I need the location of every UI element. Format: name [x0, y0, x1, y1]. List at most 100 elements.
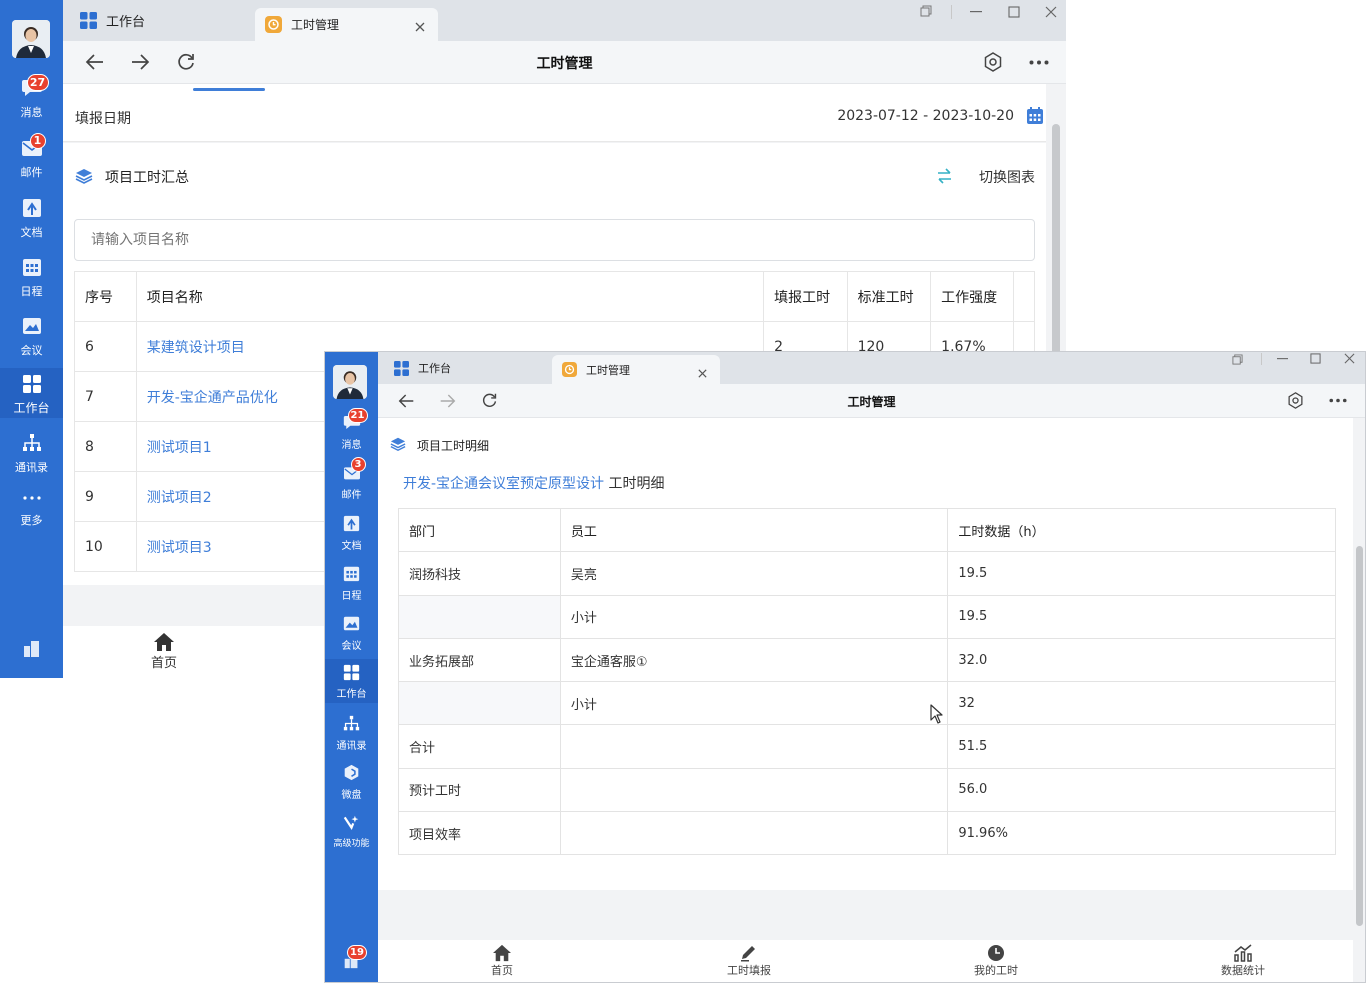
table-row-subtotal: 小计 32 [398, 681, 1336, 726]
window-control-divider [951, 5, 952, 19]
sidebar-item-meeting[interactable]: 会议 [325, 615, 378, 657]
settings-hexagon-icon[interactable] [983, 51, 1003, 73]
building-icon: 19 [343, 945, 367, 969]
project-heading: 开发-宝企通会议室预定原型设计 工时明细 [403, 473, 665, 493]
project-search-input[interactable] [74, 219, 1035, 261]
sidebar-item-label: 高级功能 [333, 839, 370, 849]
window-control-divider [1261, 353, 1262, 365]
bottom-nav-label: 数据统计 [1221, 964, 1265, 977]
sidebar-item-label: 文档 [341, 541, 362, 552]
front-scrollbar[interactable] [1353, 418, 1365, 982]
advanced-icon [343, 814, 360, 831]
avatar[interactable] [333, 365, 367, 399]
bottom-nav-statistics[interactable]: 数据统计 [1210, 944, 1276, 978]
switch-icon[interactable] [936, 168, 953, 184]
sidebar-item-workbench[interactable]: 工作台 [0, 368, 63, 418]
tab-timesheet[interactable]: 工时管理 [552, 355, 720, 384]
bottom-nav-home[interactable]: 首页 [135, 632, 193, 671]
hours-cell: 32 [947, 681, 1336, 726]
row-number: 8 [74, 421, 137, 472]
sidebar-item-contacts[interactable]: 通讯录 [325, 715, 378, 757]
sidebar-item-label: 会议 [20, 344, 43, 357]
column-header: 项目名称 [135, 271, 765, 322]
more-icon[interactable] [1029, 60, 1049, 65]
department-cell: 润扬科技 [398, 551, 561, 596]
back-toolbar: 工时管理 [63, 41, 1066, 84]
maximize-icon[interactable] [1310, 353, 1321, 364]
bottom-nav-fill-hours[interactable]: 工时填报 [716, 944, 782, 978]
sidebar-item-more[interactable]: 更多 [0, 492, 63, 532]
timesheet-app-icon [562, 362, 577, 377]
chat-icon: 27 [21, 74, 49, 98]
scrollbar-thumb[interactable] [1356, 546, 1363, 926]
project-link[interactable]: 开发-宝企通会议室预定原型设计 [403, 476, 604, 492]
restore-window-icon[interactable] [1232, 354, 1243, 365]
tab-workbench[interactable]: 工作台 [80, 0, 250, 41]
sidebar-item-meeting[interactable]: 会议 [0, 316, 63, 362]
employee-cell: 吴亮 [559, 551, 949, 596]
project-detail-card: 项目工时明细 开发-宝企通会议室预定原型设计 工时明细 部门 员工 工时数据（h… [378, 418, 1354, 890]
settings-hexagon-icon[interactable] [1287, 391, 1304, 410]
minimize-icon[interactable] [970, 11, 982, 13]
sidebar-item-label: 日程 [341, 591, 362, 602]
hours-cell: 56.0 [947, 767, 1336, 813]
sidebar-item-workbench[interactable]: 工作台 [325, 659, 378, 703]
close-icon[interactable] [697, 364, 708, 378]
tab-label: 工时管理 [291, 18, 340, 32]
bottom-nav-label: 我的工时 [974, 964, 1018, 977]
sidebar-item-calendar[interactable]: 日程 [0, 257, 63, 303]
front-bottom-nav: 首页 工时填报 我的工时 数据统计 [378, 940, 1365, 982]
window-close-icon[interactable] [1045, 6, 1057, 18]
date-label: 填报日期 [75, 111, 131, 127]
grid-icon [394, 360, 409, 376]
sidebar-item-label: 邮件 [20, 166, 43, 179]
calendar-icon [22, 257, 42, 277]
sidebar-item-label: 通讯录 [336, 741, 367, 752]
app-badge: 19 [347, 945, 367, 960]
row-number: 10 [74, 521, 137, 572]
close-icon[interactable] [414, 18, 426, 32]
switch-chart-button[interactable]: 切换图表 [979, 167, 1035, 187]
sidebar-app-button[interactable]: 19 [325, 945, 378, 974]
minimize-icon[interactable] [1277, 358, 1288, 360]
sidebar-app-button[interactable] [0, 638, 63, 660]
avatar[interactable] [12, 20, 50, 58]
column-header: 填报工时 [763, 271, 848, 322]
row-number: 6 [74, 321, 137, 372]
sidebar-item-mail[interactable]: 1 邮件 [0, 133, 63, 184]
sidebar-item-contacts[interactable]: 通讯录 [0, 433, 63, 479]
clock-icon [988, 945, 1004, 961]
org-chart-icon [343, 715, 360, 732]
bottom-nav-label: 首页 [491, 964, 513, 977]
sidebar-item-docs[interactable]: 文档 [325, 515, 378, 557]
grid-icon [343, 664, 360, 681]
sidebar-item-label: 邮件 [341, 490, 362, 501]
bottom-nav-my-hours[interactable]: 我的工时 [963, 944, 1029, 978]
sidebar-item-calendar[interactable]: 日程 [325, 565, 378, 607]
sidebar-item-messages[interactable]: 27 消息 [0, 74, 63, 124]
window-close-icon[interactable] [1344, 353, 1355, 364]
sidebar-item-advanced[interactable]: 高级功能 [325, 814, 378, 856]
sidebar-item-docs[interactable]: 文档 [0, 198, 63, 244]
more-icon[interactable] [1329, 398, 1347, 403]
calendar-icon[interactable] [1026, 107, 1044, 125]
layers-icon [75, 167, 93, 185]
column-header: 序号 [74, 271, 137, 322]
tab-timesheet[interactable]: 工时管理 [255, 8, 438, 41]
maximize-icon[interactable] [1008, 6, 1020, 18]
employee-cell [559, 767, 949, 813]
restore-window-icon[interactable] [920, 5, 932, 17]
row-number: 7 [74, 371, 137, 422]
hours-detail-table: 部门 员工 工时数据（h） 润扬科技 吴亮 19.5 小计 19.5 业务拓展部… [398, 507, 1336, 856]
sidebar-item-mail[interactable]: 3 邮件 [325, 457, 378, 507]
tab-workbench[interactable]: 工作台 [394, 352, 544, 384]
department-cell [398, 594, 561, 639]
front-toolbar: 工时管理 [378, 384, 1365, 418]
column-header: 工时数据（h） [947, 507, 1336, 553]
sidebar-item-cloud-disk[interactable]: 微盘 [325, 764, 378, 806]
bottom-nav-label: 首页 [150, 656, 177, 671]
bottom-nav-home[interactable]: 首页 [474, 944, 530, 978]
date-range[interactable]: 2023-07-12 - 2023-10-20 [837, 108, 1014, 124]
sidebar-item-label: 更多 [20, 514, 43, 527]
sidebar-item-messages[interactable]: 21 消息 [325, 408, 378, 456]
